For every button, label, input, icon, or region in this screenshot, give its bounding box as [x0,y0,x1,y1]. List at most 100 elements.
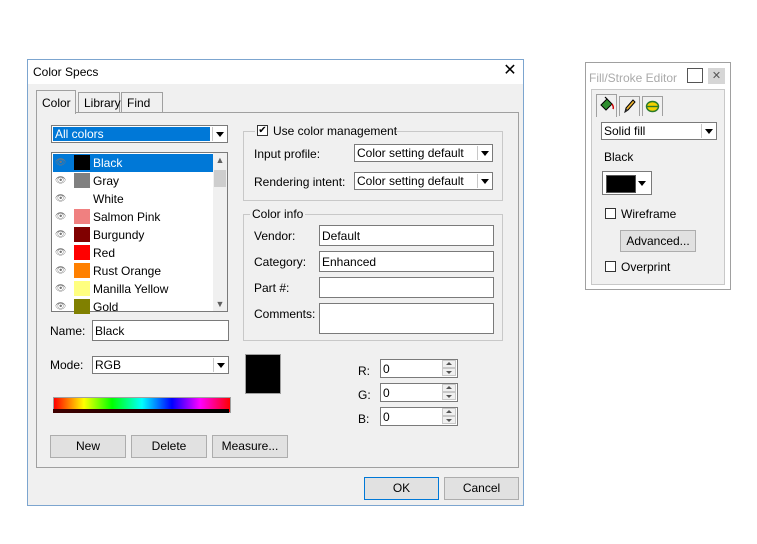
color-filter-value: All colors [53,127,210,141]
new-button[interactable]: New [50,435,126,458]
comments-label: Comments: [254,307,316,321]
category-input[interactable]: Enhanced [319,251,494,272]
overprint-label: Overprint [621,260,671,274]
chevron-down-icon[interactable] [477,174,491,188]
color-filter-dropdown[interactable]: All colors [51,125,228,143]
tab-library[interactable]: Library [78,92,121,112]
chevron-down-icon[interactable] [638,181,646,186]
color-swatch [74,263,90,278]
color-list-item[interactable]: 👁 Black [53,154,213,172]
scroll-up-icon[interactable]: ▲ [215,155,225,165]
color-management-group [243,131,503,201]
cancel-button[interactable]: Cancel [444,477,519,500]
delete-button[interactable]: Delete [131,435,207,458]
b-label: B: [358,412,370,426]
mode-label: Mode: [50,358,84,372]
spin-down-icon[interactable] [442,416,456,424]
color-swatch [74,227,90,242]
tab-fill[interactable] [596,94,617,117]
b-spinner[interactable]: 0 [380,407,458,426]
color-name: White [93,192,124,206]
name-input[interactable]: Black [92,320,229,341]
b-value: 0 [383,410,390,424]
color-list-item[interactable]: 👁 Gold [53,298,213,316]
advanced-button[interactable]: Advanced... [620,230,696,252]
color-name: Gray [93,174,120,188]
dialog-title: Color Specs [33,65,99,79]
mode-value: RGB [95,358,122,372]
vendor-input[interactable]: Default [319,225,494,246]
measure-button[interactable]: Measure... [212,435,288,458]
dialog-titlebar [28,60,523,84]
eye-icon[interactable]: 👁 [55,247,69,257]
close-icon[interactable]: ✕ [708,68,725,84]
use-color-management-checkbox[interactable]: ✔ [257,125,268,136]
color-list-item[interactable]: 👁 Red [53,244,213,262]
name-input-value: Black [95,324,125,338]
spin-up-icon[interactable] [442,384,456,392]
scrollbar-thumb[interactable] [214,170,226,187]
chevron-down-icon[interactable] [213,358,227,372]
input-profile-dropdown[interactable]: Color setting default [354,144,493,162]
color-list-item[interactable]: 👁 Burgundy [53,226,213,244]
fill-stroke-editor-title: Fill/Stroke Editor [589,71,678,85]
wireframe-label: Wireframe [621,207,677,221]
color-list-item[interactable]: 👁 Rust Orange [53,262,213,280]
rendering-intent-dropdown[interactable]: Color setting default [354,172,493,190]
eye-icon[interactable]: 👁 [55,301,69,311]
comments-input[interactable] [319,303,494,334]
g-label: G: [358,388,371,402]
eye-icon[interactable]: 👁 [55,211,69,221]
r-spinner[interactable]: 0 [380,359,458,378]
tab-color[interactable]: Color [36,90,76,114]
eye-icon[interactable]: 👁 [55,157,69,167]
color-list[interactable]: 👁 Black 👁 Gray 👁 White 👁 Salmon Pink 👁 Burgundy 👁 R… [51,152,228,314]
eye-icon[interactable]: 👁 [55,265,69,275]
eye-icon[interactable]: 👁 [55,175,69,185]
pencil-icon [624,99,636,114]
chevron-down-icon[interactable] [212,127,226,141]
color-specs-dialog: Color Specs ✕ Color Library Find All col… [27,59,524,506]
vendor-label: Vendor: [254,229,296,243]
color-list-item[interactable]: 👁 Salmon Pink [53,208,213,226]
color-name: Black [93,156,123,170]
r-value: 0 [383,362,390,376]
g-spinner[interactable]: 0 [380,383,458,402]
restore-icon[interactable] [687,68,703,83]
chevron-down-icon[interactable] [477,146,491,160]
color-list-item[interactable]: 👁 Gray [53,172,213,190]
color-swatch [74,299,90,314]
eye-icon[interactable]: 👁 [55,193,69,203]
part-input[interactable] [319,277,494,298]
category-label: Category: [254,255,307,269]
name-label: Name: [50,324,86,338]
fill-stroke-editor-panel: Fill/Stroke Editor ✕ Solid fill Black Wi… [585,62,731,290]
fill-type-dropdown[interactable]: Solid fill [601,122,717,140]
eye-icon[interactable]: 👁 [55,229,69,239]
color-swatch [74,173,90,188]
tab-find[interactable]: Find [121,92,163,112]
fill-color-name: Black [604,150,634,164]
wireframe-checkbox[interactable] [605,208,616,219]
overprint-checkbox[interactable] [605,261,616,272]
tab-stroke[interactable] [619,96,640,116]
spin-down-icon[interactable] [442,392,456,400]
close-icon[interactable]: ✕ [500,61,520,81]
part-label: Part #: [254,281,290,295]
rendering-intent-label: Rendering intent: [254,175,346,189]
color-list-item[interactable]: 👁 White [53,190,213,208]
spin-up-icon[interactable] [442,408,456,416]
fill-color-picker[interactable] [602,171,652,195]
eye-icon[interactable]: 👁 [55,283,69,293]
mode-dropdown[interactable]: RGB [92,356,229,374]
scroll-down-icon[interactable]: ▼ [215,299,225,309]
color-preview-swatch [245,354,281,394]
chevron-down-icon[interactable] [701,124,715,138]
spin-up-icon[interactable] [442,360,456,368]
spin-down-icon[interactable] [442,368,456,376]
ok-button[interactable]: OK [364,477,439,500]
color-list-item[interactable]: 👁 Manilla Yellow [53,280,213,298]
tab-effects[interactable] [642,96,663,116]
color-name: Red [93,246,116,260]
color-spectrum-shade[interactable] [53,409,229,413]
